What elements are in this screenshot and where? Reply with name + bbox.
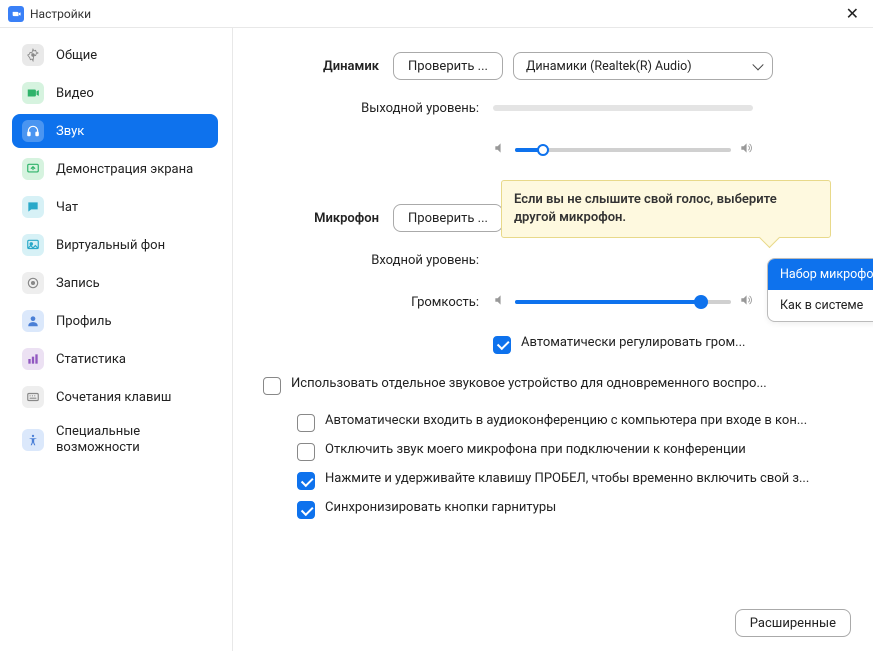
sidebar: Общие Видео Звук Демонстрация экрана Чат… (0, 28, 233, 651)
input-level-label: Входной уровень: (263, 253, 493, 268)
mic-test-button[interactable]: Проверить ... (393, 204, 503, 232)
sidebar-item-video[interactable]: Видео (12, 76, 218, 110)
speaker-device-dropdown[interactable]: Динамики (Realtek(R) Audio) (513, 52, 773, 80)
accessibility-icon (22, 429, 44, 451)
speaker-high-icon (739, 141, 753, 159)
speaker-section-label: Динамик (263, 59, 393, 74)
sidebar-item-label: Статистика (56, 352, 126, 367)
sidebar-item-label: Запись (56, 276, 100, 291)
sidebar-item-label: Видео (56, 86, 94, 101)
auto-join-checkbox[interactable] (297, 414, 315, 432)
hint-tooltip: Если вы не слышите свой голос, выберите … (501, 180, 831, 238)
record-icon (22, 272, 44, 294)
profile-icon (22, 310, 44, 332)
sync-headset-checkbox[interactable] (297, 501, 315, 519)
sidebar-item-label: Демонстрация экрана (56, 162, 193, 177)
speaker-volume-slider[interactable] (493, 141, 753, 159)
speaker-low-icon (493, 141, 507, 159)
output-level-label: Выходной уровень: (263, 101, 493, 116)
speaker-low-icon (493, 293, 507, 311)
separate-device-label: Использовать отдельное звуковое устройст… (291, 376, 855, 391)
video-icon (22, 82, 44, 104)
advanced-button[interactable]: Расширенные (735, 609, 851, 637)
auto-join-label: Автоматически входить в аудиоконференцию… (325, 413, 855, 428)
sidebar-item-label: Сочетания клавиш (56, 390, 171, 405)
sidebar-item-share[interactable]: Демонстрация экрана (12, 152, 218, 186)
sidebar-item-label: Звук (56, 124, 84, 139)
close-icon[interactable]: ✕ (840, 2, 865, 25)
mic-option-0[interactable]: Набор микрофонов (Realtek(R) Audio) (768, 259, 873, 290)
sync-headset-label: Синхронизировать кнопки гарнитуры (325, 500, 855, 515)
sidebar-item-profile[interactable]: Профиль (12, 304, 218, 338)
headphones-icon (22, 120, 44, 142)
mic-device-dropdown-menu: Набор микрофонов (Realtek(R) Audio) Как … (767, 258, 873, 322)
sidebar-item-label: Профиль (56, 314, 112, 329)
separate-device-checkbox[interactable] (263, 377, 281, 395)
auto-adjust-checkbox[interactable] (493, 336, 511, 354)
push-to-talk-checkbox[interactable] (297, 472, 315, 490)
sidebar-item-label: Специальные возможности (56, 424, 208, 457)
sidebar-item-label: Общие (56, 48, 97, 63)
sidebar-item-accessibility[interactable]: Специальные возможности (12, 418, 218, 463)
background-icon (22, 234, 44, 256)
keyboard-icon (22, 386, 44, 408)
sidebar-item-audio[interactable]: Звук (12, 114, 218, 148)
sidebar-item-general[interactable]: Общие (12, 38, 218, 72)
sidebar-item-recording[interactable]: Запись (12, 266, 218, 300)
content-pane: Динамик Проверить ... Динамики (Realtek(… (233, 28, 873, 651)
output-level-meter (493, 105, 753, 111)
sidebar-item-label: Чат (56, 200, 78, 215)
mute-on-join-checkbox[interactable] (297, 443, 315, 461)
mic-volume-label: Громкость: (263, 295, 493, 310)
share-screen-icon (22, 158, 44, 180)
sidebar-item-label: Виртуальный фон (56, 238, 165, 253)
window-title: Настройки (30, 7, 91, 21)
speaker-test-button[interactable]: Проверить ... (393, 52, 503, 80)
auto-adjust-label: Автоматически регулировать гром... (521, 335, 745, 350)
chat-icon (22, 196, 44, 218)
titlebar: Настройки ✕ (0, 0, 873, 28)
sidebar-item-chat[interactable]: Чат (12, 190, 218, 224)
mic-section-label: Микрофон (263, 211, 393, 226)
sidebar-item-shortcuts[interactable]: Сочетания клавиш (12, 380, 218, 414)
sidebar-item-background[interactable]: Виртуальный фон (12, 228, 218, 262)
sidebar-item-statistics[interactable]: Статистика (12, 342, 218, 376)
mute-on-join-label: Отключить звук моего микрофона при подкл… (325, 442, 855, 457)
app-icon (8, 6, 24, 22)
stats-icon (22, 348, 44, 370)
mic-volume-slider[interactable] (493, 293, 753, 311)
mic-option-1[interactable]: Как в системе (768, 290, 873, 321)
speaker-high-icon (739, 293, 753, 311)
gear-icon (22, 44, 44, 66)
push-to-talk-label: Нажмите и удерживайте клавишу ПРОБЕЛ, чт… (325, 471, 855, 486)
